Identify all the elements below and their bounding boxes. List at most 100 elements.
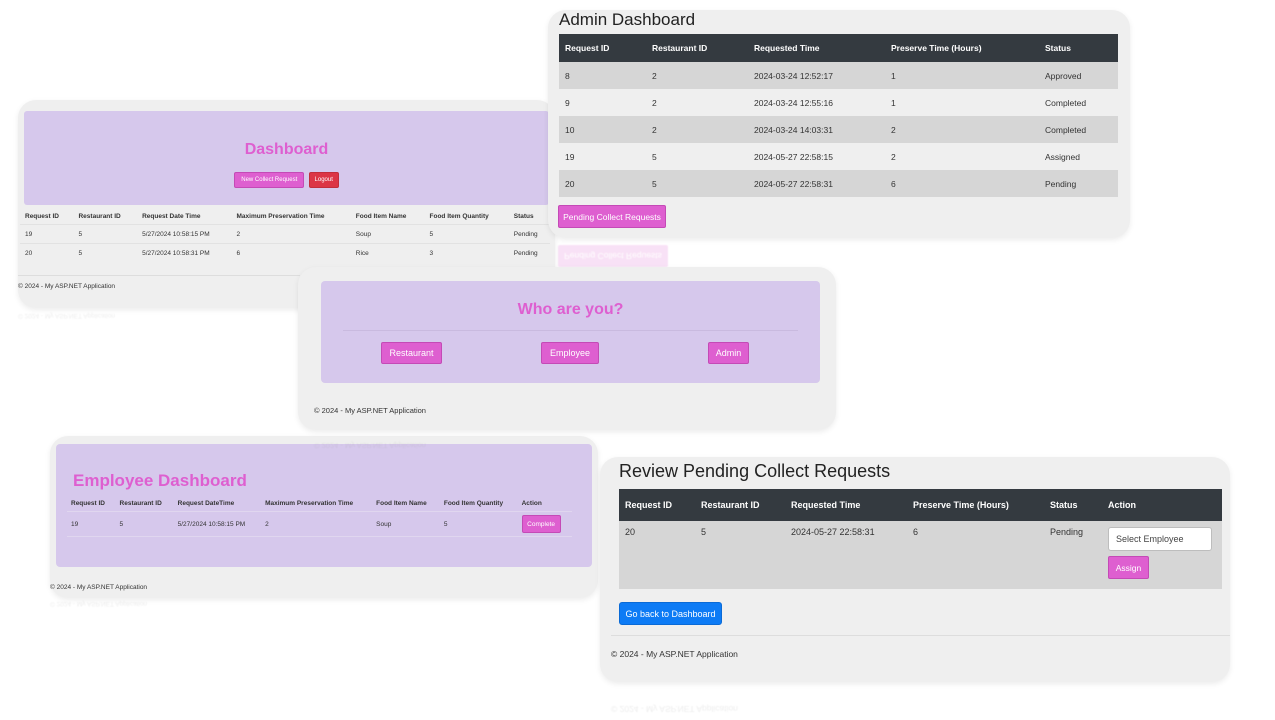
- table-cell: 5: [424, 224, 509, 244]
- admin-dashboard-title: Admin Dashboard: [559, 10, 696, 29]
- column-header: Request DateTime: [177, 499, 235, 507]
- table-row: 19 5 2024-05-27 22:58:15 2 Assigned: [559, 143, 1118, 170]
- status-cell: Assigned: [1039, 143, 1118, 170]
- footer-divider: [611, 635, 1230, 636]
- action-cell: Complete: [517, 511, 572, 537]
- column-header: Action: [1102, 489, 1222, 521]
- column-header: Restaurant ID: [119, 499, 162, 507]
- logout-button[interactable]: Logout: [308, 172, 339, 188]
- employee-requests-table: Request ID Restaurant ID Request DateTim…: [67, 495, 572, 537]
- table-row: 8 2 2024-03-24 12:52:17 1 Approved: [559, 62, 1118, 89]
- dashboard-requests-table: Request ID Restaurant ID Request Date Ti…: [20, 208, 550, 262]
- table-cell: 5: [695, 521, 785, 589]
- table-cell: 5: [646, 143, 748, 170]
- admin-requests-table: Request ID Restaurant ID Requested Time …: [559, 34, 1118, 197]
- table-cell: 3: [424, 243, 509, 262]
- review-pending-requests-window: Review Pending Collect Requests Request …: [600, 457, 1230, 682]
- table-cell: 19: [20, 224, 74, 244]
- column-header: Restaurant ID: [78, 212, 121, 220]
- table-cell: 2: [646, 89, 748, 116]
- complete-button[interactable]: Complete: [521, 515, 561, 533]
- column-header: Request ID: [71, 499, 105, 507]
- status-cell: Completed: [1039, 116, 1118, 143]
- table-cell: 19: [559, 143, 646, 170]
- table-cell: Pending: [508, 243, 550, 262]
- title-divider: [343, 330, 798, 331]
- dashboard-banner: Dashboard New Collect Request Logout: [24, 111, 549, 205]
- table-cell: 2: [231, 224, 351, 244]
- table-cell: 6: [907, 521, 1044, 589]
- dashboard-title: Dashboard: [244, 141, 329, 158]
- review-pending-title: Review Pending Collect Requests: [619, 461, 891, 481]
- table-cell: 1: [885, 62, 1039, 89]
- column-header: Status: [513, 212, 534, 220]
- column-header: Food Item Name: [355, 212, 407, 220]
- column-header: Request ID: [25, 212, 59, 220]
- table-cell: 20: [559, 170, 646, 197]
- column-header: Restaurant ID: [646, 34, 748, 62]
- restaurant-button[interactable]: Restaurant: [381, 342, 442, 364]
- table-cell: 5: [646, 170, 748, 197]
- column-header: Requested Time: [785, 489, 907, 521]
- column-header: Request ID: [619, 489, 695, 521]
- table-row: 10 2 2024-03-24 14:03:31 2 Completed: [559, 116, 1118, 143]
- table-cell: 9: [559, 89, 646, 116]
- table-cell: 2024-03-24 12:55:16: [748, 89, 885, 116]
- new-collect-request-button[interactable]: New Collect Request: [234, 172, 305, 188]
- table-cell: 5/27/2024 10:58:15 PM: [173, 511, 262, 537]
- assign-button[interactable]: Assign: [1108, 556, 1149, 579]
- table-row: 20 5 2024-05-27 22:58:31 6 Pending Selec…: [619, 521, 1222, 589]
- table-row: 19 5 5/27/2024 10:58:15 PM 2 Soup 5 Comp…: [67, 511, 572, 537]
- table-cell: 1: [885, 89, 1039, 116]
- table-cell: Soup: [350, 224, 425, 244]
- admin-button[interactable]: Admin: [708, 342, 749, 364]
- table-cell: 6: [231, 243, 351, 262]
- table-header-row: Request ID Restaurant ID Request DateTim…: [67, 495, 572, 512]
- footer-divider: [18, 275, 300, 276]
- go-back-dashboard-button[interactable]: Go back to Dashboard: [619, 602, 722, 625]
- column-header: Status: [1039, 34, 1118, 62]
- status-cell: Pending: [1044, 521, 1102, 589]
- table-cell: 5: [73, 243, 138, 262]
- table-header-row: Request ID Restaurant ID Requested Time …: [559, 34, 1118, 62]
- column-header: Restaurant ID: [695, 489, 785, 521]
- status-cell: Pending: [1039, 170, 1118, 197]
- review-footer-reflection: © 2024 - My ASP.NET Application: [611, 704, 738, 714]
- table-cell: 2: [261, 511, 373, 537]
- table-cell: 20: [20, 243, 74, 262]
- employee-dashboard-footer: © 2024 - My ASP.NET Application: [50, 584, 148, 591]
- employee-button[interactable]: Employee: [541, 342, 599, 364]
- table-cell: 2024-05-27 22:58:31: [748, 170, 885, 197]
- table-cell: 2024-05-27 22:58:31: [785, 521, 907, 589]
- column-header: Request Date Time: [142, 212, 201, 220]
- table-cell: 10: [559, 116, 646, 143]
- table-header-row: Request ID Restaurant ID Request Date Ti…: [20, 208, 550, 225]
- table-cell: 2: [885, 143, 1039, 170]
- dashboard-footer-reflection: © 2024 - My ASP.NET Application: [18, 312, 116, 319]
- table-cell: 5/27/2024 10:58:31 PM: [137, 243, 232, 262]
- employee-footer-reflection: © 2024 - My ASP.NET Application: [50, 600, 148, 607]
- table-header-row: Request ID Restaurant ID Requested Time …: [619, 489, 1222, 521]
- table-cell: Rice: [350, 243, 425, 262]
- column-header: Action: [521, 499, 542, 507]
- select-employee-dropdown[interactable]: Select Employee: [1108, 527, 1212, 551]
- column-header: Food Item Name: [376, 499, 427, 507]
- admin-dashboard-window: Admin Dashboard Request ID Restaurant ID…: [548, 10, 1130, 238]
- table-cell: 5/27/2024 10:58:15 PM: [137, 224, 232, 244]
- table-cell: 5: [439, 511, 518, 537]
- status-cell: Completed: [1039, 89, 1118, 116]
- column-header: Food Item Quantity: [443, 499, 504, 507]
- role-selection-window: Who are you? Restaurant Employee Admin ©…: [298, 267, 836, 430]
- table-row: 20 5 2024-05-27 22:58:31 6 Pending: [559, 170, 1118, 197]
- table-row: 20 5 5/27/2024 10:58:31 PM 6 Rice 3 Pend…: [20, 243, 550, 262]
- status-cell: Approved: [1039, 62, 1118, 89]
- table-cell: 2: [646, 62, 748, 89]
- review-footer: © 2024 - My ASP.NET Application: [611, 649, 738, 659]
- table-cell: 2: [885, 116, 1039, 143]
- pending-collect-requests-button[interactable]: Pending Collect Requests: [558, 205, 666, 228]
- column-header: Request ID: [559, 34, 646, 62]
- pending-requests-table: Request ID Restaurant ID Requested Time …: [619, 489, 1222, 589]
- employee-dashboard-title: Employee Dashboard: [73, 471, 247, 490]
- table-cell: 2: [646, 116, 748, 143]
- table-row: 9 2 2024-03-24 12:55:16 1 Completed: [559, 89, 1118, 116]
